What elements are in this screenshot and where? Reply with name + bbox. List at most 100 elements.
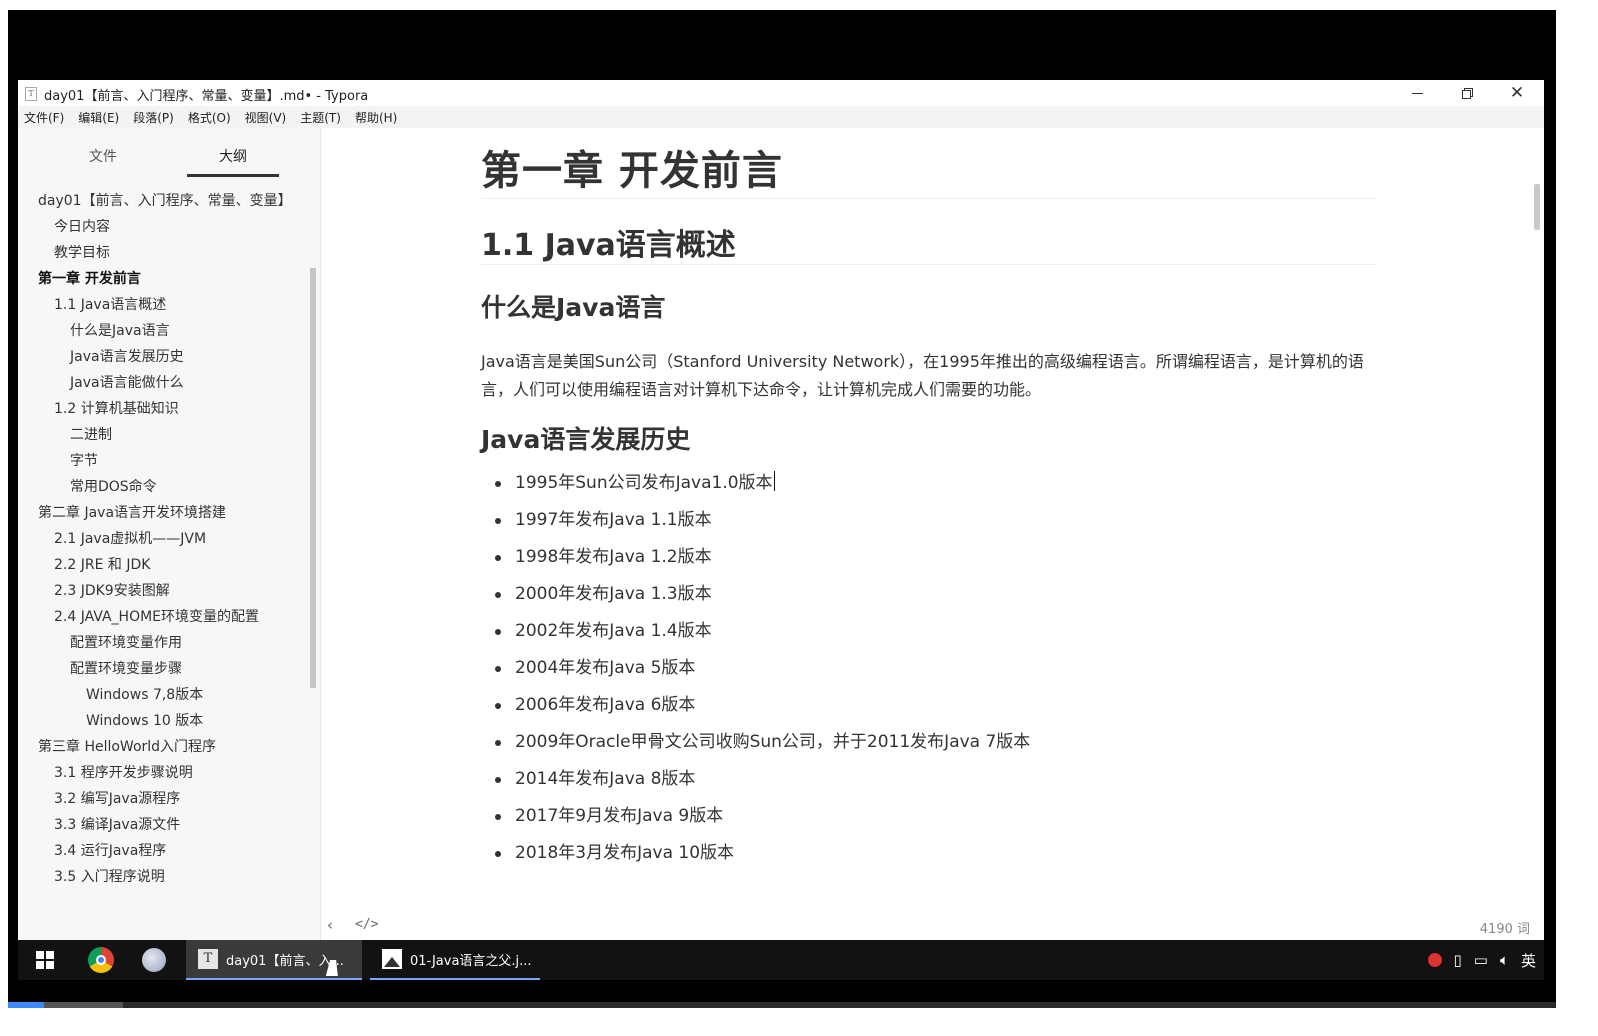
outline-item[interactable]: 2.1 Java虚拟机——JVM: [18, 530, 304, 548]
history-list-item[interactable]: 2004年发布Java 5版本: [481, 653, 1030, 690]
history-item-text: 2009年Oracle甲骨文公司收购Sun公司，并于2011发布Java 7版本: [515, 732, 1031, 752]
word-count[interactable]: 4190 词: [1480, 918, 1530, 937]
bullet-icon: [495, 481, 501, 487]
start-pane: [36, 951, 44, 959]
bullet-icon: [495, 555, 501, 561]
history-list-item[interactable]: 2009年Oracle甲骨文公司收购Sun公司，并于2011发布Java 7版本: [481, 727, 1030, 764]
menu-theme[interactable]: 主题(T): [300, 109, 341, 126]
bullet-icon: [495, 851, 501, 857]
outline-item[interactable]: 1.2 计算机基础知识: [18, 400, 304, 418]
outline-item[interactable]: Windows 10 版本: [18, 712, 304, 730]
paint-icon[interactable]: [142, 948, 166, 972]
outline-item[interactable]: 2.4 JAVA_HOME环境变量的配置: [18, 608, 304, 626]
network-icon[interactable]: ▭: [1474, 951, 1488, 969]
outline-item[interactable]: 2.2 JRE 和 JDK: [18, 556, 304, 574]
outline-item[interactable]: Java语言能做什么: [18, 374, 304, 392]
intro-paragraph[interactable]: Java语言是美国Sun公司（Stanford University Netwo…: [481, 348, 1377, 404]
outline-item[interactable]: Java语言发展历史: [18, 348, 304, 366]
menu-view[interactable]: 视图(V): [245, 109, 287, 126]
history-item-text: 2014年发布Java 8版本: [515, 769, 696, 789]
sidebar-toggle-icon[interactable]: ‹: [327, 916, 333, 934]
photo-viewer-icon: [382, 949, 402, 969]
menu-help[interactable]: 帮助(H): [355, 109, 397, 126]
history-list-item[interactable]: 2017年9月发布Java 9版本: [481, 801, 1030, 838]
history-item-text: 2017年9月发布Java 9版本: [515, 806, 724, 826]
active-tab-indicator: [187, 174, 279, 177]
history-list-item[interactable]: 2000年发布Java 1.3版本: [481, 579, 1030, 616]
usb-icon[interactable]: ▯: [1454, 951, 1462, 969]
outline-item[interactable]: 第二章 Java语言开发环境搭建: [18, 504, 304, 522]
heading-java-overview[interactable]: 1.1 Java语言概述: [481, 220, 736, 264]
heading-chapter-1[interactable]: 第一章 开发前言: [481, 138, 783, 196]
windows-start-icon[interactable]: [36, 951, 54, 969]
history-list-item[interactable]: 1998年发布Java 1.2版本: [481, 542, 1030, 579]
history-item-text: 2002年发布Java 1.4版本: [515, 621, 712, 641]
history-list-item[interactable]: 2006年发布Java 6版本: [481, 690, 1030, 727]
menu-file[interactable]: 文件(F): [24, 109, 64, 126]
input-method-indicator[interactable]: 英: [1521, 950, 1536, 971]
history-item-text: 2004年发布Java 5版本: [515, 658, 696, 678]
text-cursor: [773, 471, 775, 491]
history-item-text: 1997年发布Java 1.1版本: [515, 510, 712, 530]
start-pane: [36, 961, 44, 969]
outline-item[interactable]: 3.4 运行Java程序: [18, 842, 304, 860]
sidebar-scrollbar[interactable]: [310, 268, 316, 688]
outline-item[interactable]: 第一章 开发前言: [18, 270, 304, 288]
menu-edit[interactable]: 编辑(E): [78, 109, 119, 126]
outline-item[interactable]: Windows 7,8版本: [18, 686, 304, 704]
heading-java-history[interactable]: Java语言发展历史: [481, 420, 690, 456]
taskbar-photo-window[interactable]: 01-Java语言之父.j...: [370, 940, 540, 980]
outline-item[interactable]: day01【前言、入门程序、常量、变量】: [18, 192, 304, 210]
outline-item[interactable]: 3.5 入门程序说明: [18, 868, 304, 886]
minimize-icon: [1411, 92, 1423, 94]
chrome-icon[interactable]: [88, 947, 114, 973]
heading-what-is-java[interactable]: 什么是Java语言: [481, 288, 665, 324]
start-pane: [46, 951, 54, 959]
outline-item[interactable]: 3.2 编写Java源程序: [18, 790, 304, 808]
title-bar[interactable]: T day01【前言、入门程序、常量、变量】.md• - Typora ✕: [18, 80, 1544, 106]
history-item-text: 1995年Sun公司发布Java1.0版本: [515, 473, 773, 493]
tab-files[interactable]: 文件: [58, 146, 148, 166]
editor-scrollbar[interactable]: [1534, 184, 1540, 230]
speaker-icon[interactable]: 🔈︎: [1500, 951, 1509, 969]
sidebar-tabs: 文件 大纲: [18, 128, 320, 180]
outline-item[interactable]: 二进制: [18, 426, 304, 444]
source-code-mode-icon[interactable]: </>: [355, 917, 378, 932]
outline-item[interactable]: 配置环境变量作用: [18, 634, 304, 652]
outline-item[interactable]: 什么是Java语言: [18, 322, 304, 340]
outline-item[interactable]: 3.3 编译Java源文件: [18, 816, 304, 834]
restore-button[interactable]: [1442, 80, 1492, 106]
outline-item[interactable]: 1.1 Java语言概述: [18, 296, 304, 314]
taskbar-photo-label: 01-Java语言之父.j...: [410, 953, 532, 969]
outline-item[interactable]: 教学目标: [18, 244, 304, 262]
minimize-button[interactable]: [1392, 80, 1442, 106]
restore-icon: [1461, 87, 1473, 99]
history-list-item[interactable]: 1997年发布Java 1.1版本: [481, 505, 1030, 542]
window-title: day01【前言、入门程序、常量、变量】.md• - Typora: [44, 89, 369, 104]
history-list: 1995年Sun公司发布Java1.0版本 1997年发布Java 1.1版本 19…: [481, 468, 1030, 875]
outline-item[interactable]: 2.3 JDK9安装图解: [18, 582, 304, 600]
taskbar-typora-label: day01【前言、入...: [226, 953, 344, 969]
outline-item[interactable]: 配置环境变量步骤: [18, 660, 304, 678]
history-list-item[interactable]: 2014年发布Java 8版本: [481, 764, 1030, 801]
outline-item[interactable]: 3.1 程序开发步骤说明: [18, 764, 304, 782]
heading-divider: [481, 264, 1377, 265]
outline-item[interactable]: 今日内容: [18, 218, 304, 236]
bullet-icon: [495, 740, 501, 746]
history-list-item[interactable]: 1995年Sun公司发布Java1.0版本: [481, 468, 1030, 505]
video-frame: T day01【前言、入门程序、常量、变量】.md• - Typora ✕ 文件…: [8, 10, 1556, 1008]
typora-window: T day01【前言、入门程序、常量、变量】.md• - Typora ✕ 文件…: [18, 80, 1544, 940]
history-list-item[interactable]: 2018年3月发布Java 10版本: [481, 838, 1030, 875]
tab-outline[interactable]: 大纲: [188, 146, 278, 166]
close-button[interactable]: ✕: [1492, 80, 1542, 106]
start-pane: [46, 961, 54, 969]
menu-format[interactable]: 格式(O): [188, 109, 231, 126]
outline-item[interactable]: 字节: [18, 452, 304, 470]
menu-paragraph[interactable]: 段落(P): [133, 109, 174, 126]
editor-pane[interactable]: 第一章 开发前言 1.1 Java语言概述 什么是Java语言 Java语言是美…: [321, 128, 1544, 940]
outline-item[interactable]: 第三章 HelloWorld入门程序: [18, 738, 304, 756]
history-list-item[interactable]: 2002年发布Java 1.4版本: [481, 616, 1030, 653]
outline-item[interactable]: 常用DOS命令: [18, 478, 304, 496]
security-icon[interactable]: [1427, 953, 1442, 967]
video-progress-bar[interactable]: [8, 1002, 1556, 1008]
